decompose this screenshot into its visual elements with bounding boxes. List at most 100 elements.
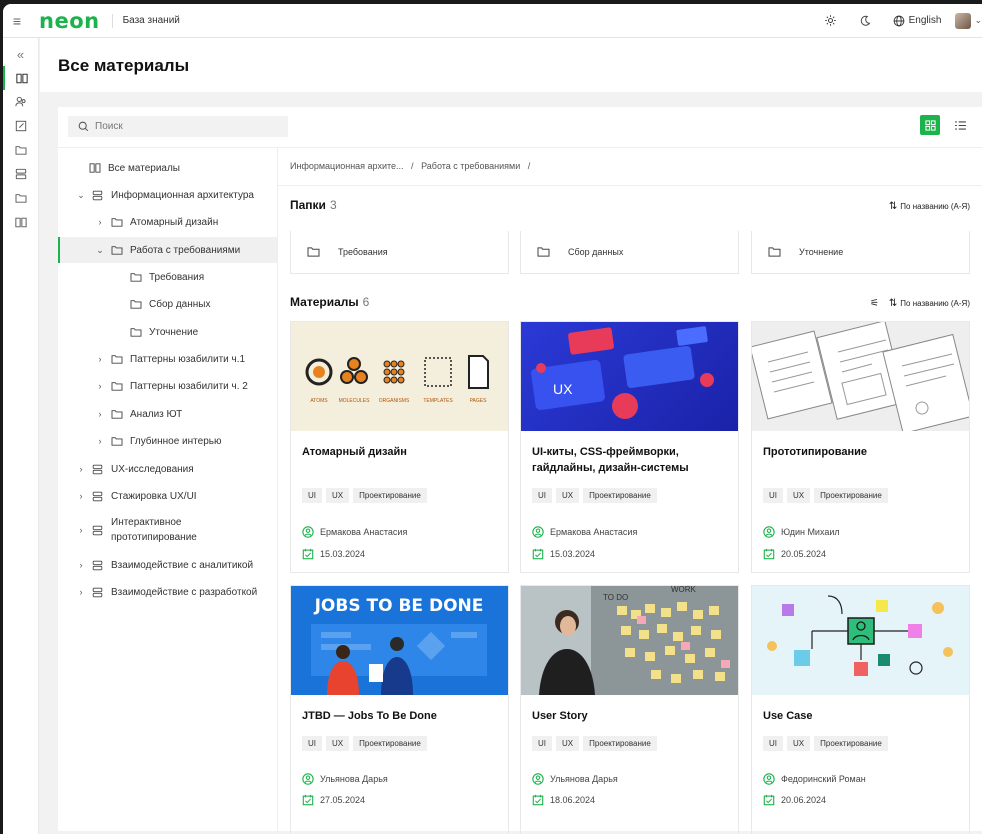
tree-item-development[interactable]: › Взаимодействие с разработкой	[58, 583, 277, 601]
menu-icon[interactable]: ≡	[3, 13, 31, 29]
chevron-right-icon[interactable]: ›	[95, 381, 105, 391]
card-author: Федоринский Роман	[763, 773, 866, 785]
avatar[interactable]	[955, 12, 972, 29]
user-icon	[532, 526, 544, 538]
chevron-right-icon[interactable]: ›	[95, 354, 105, 364]
card-date: 15.03.2024	[302, 548, 365, 560]
material-card[interactable]: TO DO WORK User Story UI UX Проектирован…	[520, 585, 739, 834]
database-icon[interactable]	[3, 162, 38, 186]
tag[interactable]: UX	[556, 736, 580, 751]
chevron-right-icon[interactable]: ›	[76, 560, 86, 570]
tree-item-ux-research[interactable]: › UX-исследования	[58, 460, 277, 478]
tag[interactable]: Проектирование	[814, 488, 888, 503]
search-input[interactable]	[95, 121, 275, 132]
tree-item-clarification[interactable]: Уточнение	[58, 323, 277, 341]
chevron-right-icon[interactable]: ›	[95, 409, 105, 419]
folder-icon	[537, 246, 550, 259]
tree-item-prototyping[interactable]: › Интерактивное прототипирование	[58, 515, 277, 545]
chevron-down-icon[interactable]: ⌄	[76, 190, 86, 201]
tag[interactable]: UX	[787, 488, 811, 503]
list-view-button[interactable]	[950, 115, 970, 135]
tag[interactable]: UI	[302, 736, 322, 751]
tree-item-requirements[interactable]: ⌄ Работа с требованиями	[58, 237, 277, 263]
chevron-down-icon[interactable]: ⌄	[974, 15, 982, 26]
tree-item-analytics[interactable]: › Взаимодействие с аналитикой	[58, 556, 277, 574]
tree-item-patterns-2[interactable]: › Паттерны юзабилити ч. 2	[58, 377, 277, 395]
theme-moon-icon[interactable]	[859, 15, 871, 27]
tag[interactable]: Проектирование	[814, 736, 888, 751]
card-date: 18.06.2024	[532, 794, 595, 806]
tree-item-analysis[interactable]: › Анализ ЮТ	[58, 405, 277, 423]
tree-item-internship[interactable]: › Стажировка UX/UI	[58, 487, 277, 505]
material-card[interactable]: JOBS TO BE DONE JTBD — Jobs To Be Done U…	[290, 585, 509, 834]
tree-item-data-collection[interactable]: Сбор данных	[58, 295, 277, 313]
book-icon[interactable]	[3, 66, 38, 90]
tag[interactable]: UX	[556, 488, 580, 503]
tag[interactable]: UX	[326, 488, 350, 503]
tree-item-label: Требования	[149, 271, 205, 283]
breadcrumb-item[interactable]: Информационная архите...	[290, 161, 404, 171]
language-switch[interactable]: English	[893, 15, 941, 27]
folder-icon	[768, 246, 781, 259]
tag[interactable]: UX	[787, 736, 811, 751]
tag[interactable]: UI	[532, 736, 552, 751]
folder-name: Сбор данных	[568, 247, 624, 257]
grid-view-button[interactable]	[920, 115, 940, 135]
tag[interactable]: UI	[302, 488, 322, 503]
chevron-right-icon[interactable]: ›	[95, 217, 105, 227]
tag[interactable]: Проектирование	[583, 488, 657, 503]
folder-card[interactable]: Требования	[290, 231, 509, 274]
material-card[interactable]: Прототипирование UI UX Проектирование Юд…	[751, 321, 970, 573]
tree-item-req-sub[interactable]: Требования	[58, 268, 277, 286]
chevron-right-icon[interactable]: ›	[95, 436, 105, 446]
folder-icon	[111, 245, 125, 255]
chevron-right-icon[interactable]: ›	[76, 525, 86, 535]
tree-item-patterns-1[interactable]: › Паттерны юзабилити ч.1	[58, 350, 277, 368]
page-title: Все материалы	[58, 56, 190, 75]
material-card[interactable]: Use Case UI UX Проектирование Федорински…	[751, 585, 970, 834]
folders-sort[interactable]: ⇅ По названию (А-Я)	[889, 201, 970, 212]
tree-item-interview[interactable]: › Глубинное интерью	[58, 432, 277, 450]
image-label: MOLECULES	[339, 398, 371, 404]
page-header: Все материалы	[40, 38, 982, 92]
folder-icon[interactable]	[3, 186, 38, 210]
tag[interactable]: Проектирование	[583, 736, 657, 751]
tag[interactable]: Проектирование	[353, 736, 427, 751]
card-image	[752, 322, 969, 431]
author-name: Ульянова Дарья	[550, 774, 618, 784]
tag[interactable]: UI	[763, 736, 783, 751]
tree-item-label: Атомарный дизайн	[130, 216, 219, 228]
materials-panel: Все материалы ⌄ Информационная архитекту…	[58, 107, 982, 834]
calendar-icon	[532, 548, 544, 560]
edit-icon[interactable]	[3, 114, 38, 138]
material-card[interactable]: ATOMS MOLECULES ORGANISMS TEMPLATES PAGE…	[290, 321, 509, 573]
filter-icon[interactable]: ⚟	[870, 298, 879, 309]
folder-card[interactable]: Уточнение	[751, 231, 970, 274]
database-icon	[92, 190, 106, 201]
date-value: 15.03.2024	[320, 549, 366, 559]
book-open-icon[interactable]	[3, 210, 38, 234]
tree-item-info-arch[interactable]: ⌄ Информационная архитектура	[58, 186, 277, 204]
tree-item-all[interactable]: Все материалы	[58, 159, 277, 177]
logo[interactable]: neon	[39, 9, 100, 33]
tag[interactable]: UI	[532, 488, 552, 503]
tag[interactable]: UX	[326, 736, 350, 751]
card-title: JTBD — Jobs To Be Done	[302, 710, 437, 722]
chevron-right-icon[interactable]: ›	[76, 491, 86, 501]
folder-card[interactable]: Сбор данных	[520, 231, 739, 274]
tag[interactable]: UI	[763, 488, 783, 503]
chevron-right-icon[interactable]: ›	[76, 587, 86, 597]
chevron-right-icon[interactable]: ›	[76, 464, 86, 474]
search-box[interactable]	[68, 116, 288, 137]
users-icon[interactable]	[3, 90, 38, 114]
tree-item-label: Уточнение	[149, 326, 199, 338]
chevron-down-icon[interactable]: ⌄	[95, 245, 105, 256]
tag[interactable]: Проектирование	[353, 488, 427, 503]
collapse-icon[interactable]: «	[3, 42, 38, 66]
material-card[interactable]: UX UI-киты, CSS-фреймворки, гайдлайны, д…	[520, 321, 739, 573]
materials-sort[interactable]: ⚟ ⇅ По названию (А-Я)	[870, 298, 970, 309]
settings-icon[interactable]	[824, 14, 837, 27]
tree-item-atomic[interactable]: › Атомарный дизайн	[58, 213, 277, 231]
breadcrumb-item[interactable]: Работа с требованиями	[421, 161, 520, 171]
folder-icon[interactable]	[3, 138, 38, 162]
